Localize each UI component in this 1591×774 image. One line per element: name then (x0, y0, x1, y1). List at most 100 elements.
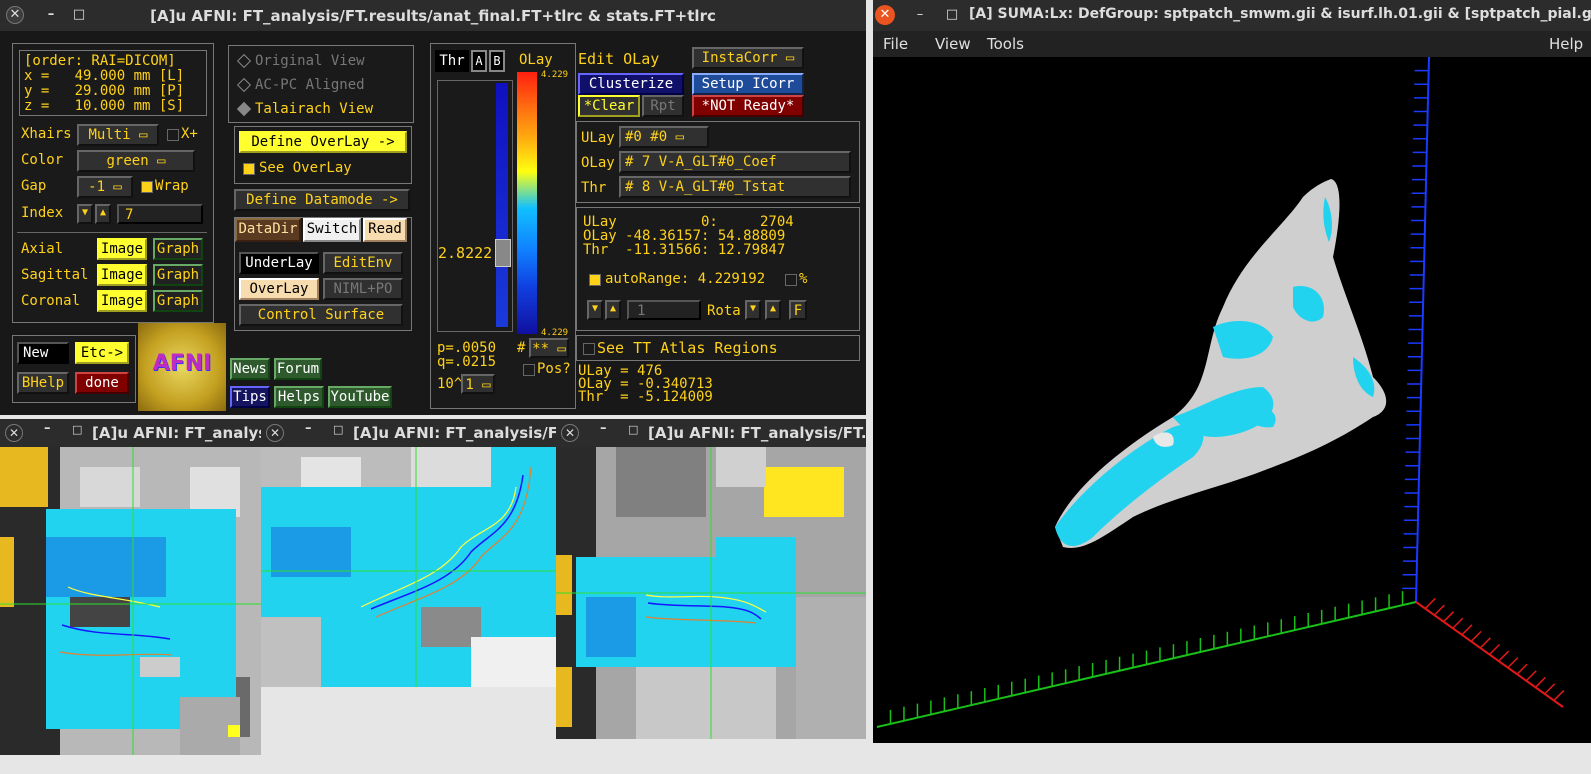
not-ready-button[interactable]: *NOT Ready* (692, 95, 804, 117)
define-overlay-button[interactable]: Define OverLay -> (239, 131, 407, 153)
a-button[interactable]: A (471, 50, 487, 72)
close-icon[interactable]: ✕ (561, 424, 579, 442)
sagittal-graph-button[interactable]: Graph (153, 264, 203, 286)
view-label-coronal: Coronal (21, 293, 81, 309)
b-button[interactable]: B (489, 50, 505, 72)
read-button[interactable]: Read (363, 218, 407, 242)
control-surface-button[interactable]: Control Surface (239, 304, 403, 326)
pos-checkbox[interactable] (523, 364, 535, 376)
menu-tools[interactable]: Tools (987, 35, 1024, 53)
switch-button[interactable]: Switch (303, 218, 361, 242)
underlay-button[interactable]: UnderLay (239, 252, 319, 274)
color-select[interactable]: green ▭ (77, 150, 195, 172)
tips-button[interactable]: Tips (230, 386, 270, 408)
menu-view[interactable]: View (935, 35, 971, 53)
minimize-icon[interactable]: – (600, 421, 607, 436)
colorbar[interactable] (517, 72, 537, 334)
autorange-checkbox[interactable] (589, 274, 601, 286)
range-down-arrow[interactable]: ▼ (587, 300, 603, 320)
ulay-select[interactable]: #0 #0 ▭ (619, 126, 709, 148)
setup-icorr-button[interactable]: Setup ICorr (692, 73, 804, 95)
radio-acpc-icon[interactable] (236, 77, 252, 93)
done-button[interactable]: done (75, 372, 129, 394)
index-down-arrow[interactable]: ▼ (77, 204, 93, 224)
rota-input[interactable]: 1 (627, 300, 701, 320)
niml-button[interactable]: NIML+PO (323, 278, 403, 300)
suma-3d-viewport[interactable] (873, 57, 1591, 743)
rota-down-arrow[interactable]: ▼ (745, 300, 761, 320)
new-button[interactable]: New (17, 342, 69, 364)
forum-button[interactable]: Forum (274, 358, 322, 380)
menu-help[interactable]: Help (1549, 35, 1583, 53)
helps-button[interactable]: Helps (274, 386, 324, 408)
viewer-titlebar: ✕ – □ [A]u AFNI: FT_analysis/FT.re... (556, 419, 866, 447)
olay-select[interactable]: # 7 V-A_GLT#0_Coef (619, 151, 851, 173)
coronal-image-viewer[interactable]: ✕ – □ [A]u AFNI: FT_analysis/FT.re... (556, 419, 866, 739)
threshold-slider[interactable]: 2.8222 (437, 80, 513, 332)
bhelp-button[interactable]: BHelp (17, 372, 69, 394)
data-panel: DataDir Switch Read UnderLay EditEnv Ove… (234, 217, 412, 331)
coord-x: x = 49.000 mm [L] (24, 68, 185, 84)
index-input[interactable]: 7 (117, 204, 203, 224)
coordinate-readout[interactable]: [order: RAI=DICOM] x = 49.000 mm [L] y =… (19, 50, 207, 116)
close-icon[interactable]: ✕ (266, 424, 284, 442)
minimize-icon[interactable]: – (305, 421, 312, 436)
val-thr: Thr = -5.124009 (578, 389, 713, 405)
youtube-button[interactable]: YouTube (328, 386, 392, 408)
edit-olay-label: Edit OLay (578, 50, 660, 68)
sagittal-image-viewer[interactable]: ✕ – □ [A]u AFNI: FT_analysis/FT.r... (261, 419, 556, 687)
coronal-graph-button[interactable]: Graph (153, 290, 203, 312)
overlay-button[interactable]: OverLay (239, 278, 319, 300)
editenv-button[interactable]: EditEnv (323, 252, 403, 274)
index-up-arrow[interactable]: ▲ (95, 204, 111, 224)
autorange-label: autoRange: 4.229192 (605, 271, 766, 287)
gap-select[interactable]: -1 ▭ (77, 176, 133, 198)
menu-file[interactable]: File (883, 35, 908, 53)
rota-up-arrow[interactable]: ▲ (765, 300, 781, 320)
axial-graph-button[interactable]: Graph (153, 238, 203, 260)
see-tt-checkbox[interactable] (583, 343, 595, 355)
radio-talairach-icon[interactable] (236, 101, 252, 117)
axial-image-button[interactable]: Image (97, 238, 147, 260)
coronal-image-button[interactable]: Image (97, 290, 147, 312)
close-icon[interactable]: ✕ (5, 424, 23, 442)
clear-button[interactable]: *Clear (578, 95, 640, 117)
maximize-icon[interactable]: □ (943, 6, 961, 24)
info-thr: Thr -11.31566: 12.79847 (583, 242, 786, 258)
etc-button[interactable]: Etc-> (75, 342, 129, 364)
instacorr-select[interactable]: InstaCorr ▭ (692, 47, 804, 69)
maximize-icon[interactable]: □ (72, 423, 82, 436)
rpt-button[interactable]: Rpt (642, 95, 684, 117)
afni-logo[interactable]: AFNI (138, 323, 226, 411)
percent-checkbox[interactable] (785, 274, 797, 286)
close-icon[interactable]: ✕ (875, 5, 895, 25)
see-overlay-checkbox[interactable] (243, 163, 255, 175)
axial-brain-slice[interactable] (0, 447, 261, 755)
star-select[interactable]: ** ▭ (529, 338, 569, 358)
axial-image-viewer[interactable]: ✕ – □ [A]u AFNI: FT_analysi... (0, 419, 261, 755)
clusterize-button[interactable]: Clusterize (578, 73, 684, 95)
minimize-icon[interactable]: – (44, 421, 51, 436)
news-button[interactable]: News (230, 358, 270, 380)
coordinate-panel: [order: RAI=DICOM] x = 49.000 mm [L] y =… (12, 43, 214, 323)
hash-label: # (517, 340, 526, 356)
rota-label: Rota (707, 303, 741, 319)
sagittal-image-button[interactable]: Image (97, 264, 147, 286)
xplus-checkbox[interactable] (167, 129, 179, 141)
maximize-icon[interactable]: □ (333, 423, 343, 436)
thr-select[interactable]: # 8 V-A_GLT#0_Tstat (619, 176, 851, 198)
define-datamode-button[interactable]: Define Datamode -> (234, 189, 410, 211)
sagittal-brain-slice[interactable] (261, 447, 556, 687)
xhairs-select[interactable]: Multi ▭ (77, 124, 159, 146)
slider-thumb[interactable] (495, 239, 511, 267)
divider (17, 232, 207, 233)
coronal-brain-slice[interactable] (556, 447, 866, 739)
radio-original-icon[interactable] (236, 53, 252, 69)
wrap-checkbox[interactable] (141, 181, 153, 193)
maximize-icon[interactable]: □ (628, 423, 638, 436)
pow-select[interactable]: 1 ▭ (461, 374, 495, 394)
datadir-button[interactable]: DataDir (235, 218, 301, 242)
minimize-icon[interactable]: – (911, 6, 929, 24)
range-up-arrow[interactable]: ▲ (605, 300, 621, 320)
f-button[interactable]: F (789, 300, 807, 320)
